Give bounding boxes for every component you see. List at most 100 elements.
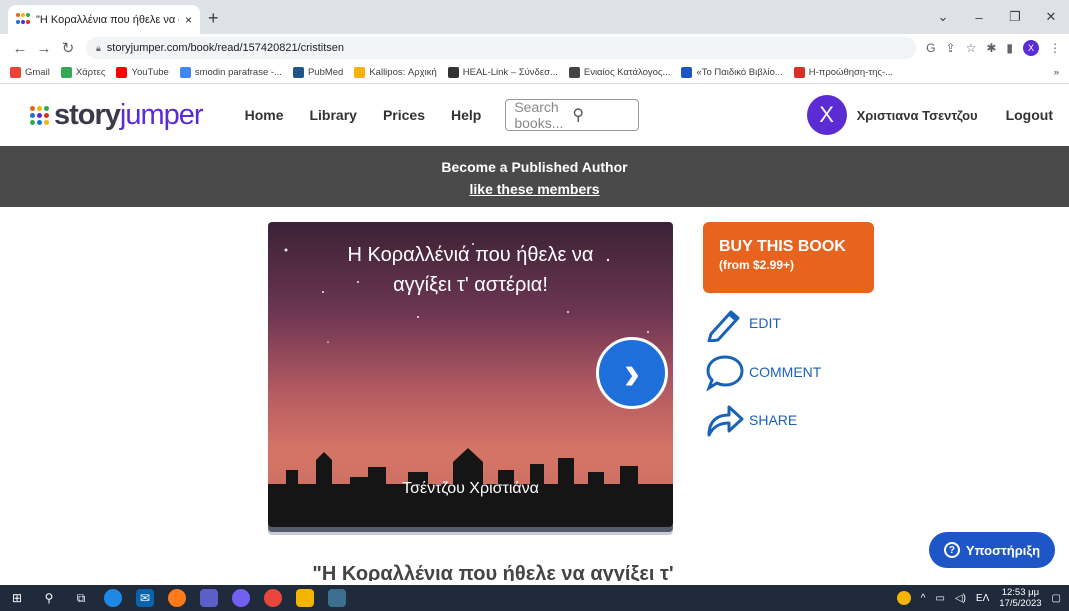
bookmarks-overflow-icon[interactable]: » (1054, 67, 1059, 78)
comment-action[interactable]: COMMENT (705, 353, 821, 391)
search-placeholder: Search books... (514, 99, 564, 131)
edge-icon[interactable] (104, 589, 122, 607)
bookmark-item[interactable]: Η-προώθηση-της-... (793, 67, 894, 78)
help-circle-icon: ? (943, 542, 960, 558)
book-title-line2: αγγίξει τ' αστέρια! (393, 274, 548, 296)
bookmark-favicon-icon (10, 67, 21, 78)
browser-toolbar: ← → ↻ 🔒︎ storyjumper.com/book/read/15742… (0, 34, 1069, 62)
buy-price: (from $2.99+) (719, 258, 795, 272)
nav-help[interactable]: Help (451, 107, 481, 123)
url-text: storyjumper.com/book/read/157420821/cris… (106, 42, 345, 54)
volume-icon[interactable]: ◁) (955, 593, 966, 604)
user-name[interactable]: Χριστιανα Τσεντζου (857, 108, 978, 123)
logout-link[interactable]: Logout (1006, 107, 1053, 123)
share-action[interactable]: SHARE (705, 401, 797, 439)
restore-icon[interactable]: ❐ (997, 9, 1033, 25)
mail-icon[interactable]: ✉ (136, 589, 154, 607)
browser-tabstrip: "Η Κοραλλένια που ήθελε να αγγ × + ⌄ – ❐… (0, 0, 1069, 34)
banner-heading: Become a Published Author (441, 159, 628, 175)
search-icon[interactable]: ⚲ (40, 589, 58, 607)
system-clock[interactable]: 12:53 μμ 17/5/2023 (999, 587, 1041, 609)
new-tab-button[interactable]: + (208, 8, 219, 29)
bookmark-label: Η-προώθηση-της-... (808, 67, 894, 78)
weather-icon[interactable] (896, 591, 911, 605)
site-header: story jumper Home Library Prices Help Sea… (0, 84, 1069, 146)
chrome-icon[interactable] (264, 589, 282, 607)
bookmark-label: PubMed (307, 67, 344, 78)
bookmark-label: «Το Παιδικό Βιβλίο... (696, 67, 783, 78)
lock-icon: 🔒︎ (96, 42, 101, 53)
chevron-up-icon[interactable]: ^ (921, 593, 926, 604)
close-window-icon[interactable]: ✕ (1033, 9, 1069, 25)
next-page-button[interactable]: › (596, 337, 668, 409)
extensions-icon[interactable]: ✱ (986, 41, 996, 55)
bookmark-item[interactable]: PubMed (292, 67, 344, 78)
bookmark-star-icon[interactable]: ☆ (966, 41, 977, 55)
storyjumper-logo[interactable]: story jumper (30, 98, 204, 132)
bookmark-label: HEAL-Link – Σύνδεσ... (462, 67, 558, 78)
viber-icon[interactable] (232, 589, 250, 607)
back-icon[interactable]: ← (8, 40, 32, 57)
user-avatar[interactable]: X (806, 95, 847, 135)
comment-bubble-icon (706, 355, 744, 391)
browser-tab[interactable]: "Η Κοραλλένια που ήθελε να αγγ × (8, 5, 200, 34)
comment-label: COMMENT (749, 364, 822, 380)
support-button[interactable]: ? Υποστήριξη (929, 532, 1055, 568)
notifications-icon[interactable]: ▢ (1052, 593, 1061, 604)
edit-label: EDIT (749, 315, 781, 331)
logo-story: story (54, 98, 121, 131)
book-author: Τσέντζου Χριστιάνα (402, 480, 539, 497)
task-view-icon[interactable]: ⧉ (72, 589, 90, 607)
bookmark-item[interactable]: smodin parafrase -... (179, 67, 282, 78)
windows-start-icon[interactable]: ⊞ (8, 589, 26, 607)
book-cover[interactable]: Η Κοραλλένιά που ήθελε να αγγίξει τ' αστ… (268, 222, 673, 527)
bookmark-label: smodin parafrase -... (194, 67, 282, 78)
edit-action[interactable]: EDIT (705, 304, 781, 342)
google-icon[interactable]: G (926, 41, 935, 55)
side-panel-icon[interactable]: ▮ (1006, 41, 1013, 55)
search-input[interactable]: Search books... ⚲ (505, 99, 640, 131)
bookmark-item[interactable]: Gmail (10, 67, 50, 78)
nav-prices[interactable]: Prices (383, 107, 425, 123)
bookmark-item[interactable]: Kallipos: Αρχική (354, 67, 437, 78)
firefox-icon[interactable] (168, 589, 186, 607)
address-bar[interactable]: 🔒︎ storyjumper.com/book/read/157420821/c… (86, 37, 917, 59)
pencil-icon (707, 310, 740, 342)
book-title-line1: Η Κοραλλένιά που ήθελε να (347, 244, 594, 266)
search-icon[interactable]: ⚲ (572, 105, 630, 125)
support-label: Υποστήριξη (965, 542, 1041, 558)
bookmark-item[interactable]: Χάρτες (60, 67, 106, 78)
storyjumper-favicon-icon (16, 12, 30, 27)
bookmark-item[interactable]: HEAL-Link – Σύνδεσ... (447, 67, 558, 78)
banner-link[interactable]: like these members (0, 178, 1069, 200)
tab-search-icon[interactable]: ⌄ (925, 9, 961, 25)
share-page-icon[interactable]: ⇪ (946, 41, 956, 55)
bookmark-label: Χάρτες (75, 67, 106, 78)
reload-icon[interactable]: ↻ (56, 39, 80, 57)
file-explorer-icon[interactable] (296, 589, 314, 607)
bookmark-item[interactable]: YouTube (116, 67, 169, 78)
snipping-tool-icon[interactable] (328, 589, 346, 607)
bookmark-favicon-icon (793, 67, 805, 78)
logo-jumper: jumper (119, 98, 204, 131)
menu-icon[interactable]: ⋮ (1049, 41, 1061, 55)
nav-home[interactable]: Home (245, 107, 284, 123)
teams-icon[interactable] (200, 589, 218, 607)
language-indicator[interactable]: ΕΛ (976, 593, 989, 604)
nav-library[interactable]: Library (309, 107, 356, 123)
bookmark-item[interactable]: «Το Παιδικό Βιβλίο... (681, 67, 783, 78)
profile-avatar[interactable]: X (1023, 40, 1039, 56)
forward-icon[interactable]: → (32, 40, 56, 57)
bookmark-item[interactable]: Ενιαίος Κατάλογος... (568, 67, 670, 78)
network-icon[interactable]: ▭ (935, 593, 944, 604)
tab-close-icon[interactable]: × (185, 13, 192, 27)
minimize-icon[interactable]: – (961, 10, 997, 25)
share-label: SHARE (749, 412, 798, 428)
buy-book-button[interactable]: BUY THIS BOOK (from $2.99+) (703, 222, 874, 293)
bookmark-label: YouTube (131, 67, 169, 78)
bookmark-favicon-icon (354, 67, 366, 78)
bookmark-favicon-icon (568, 67, 580, 78)
bookmark-favicon-icon (116, 67, 128, 78)
bookmark-label: Kallipos: Αρχική (369, 67, 437, 78)
windows-taskbar: ⊞ ⚲ ⧉ ✉ ^ ▭ ◁) ΕΛ 12:53 μμ 17/5/2023 ▢ (0, 585, 1069, 611)
